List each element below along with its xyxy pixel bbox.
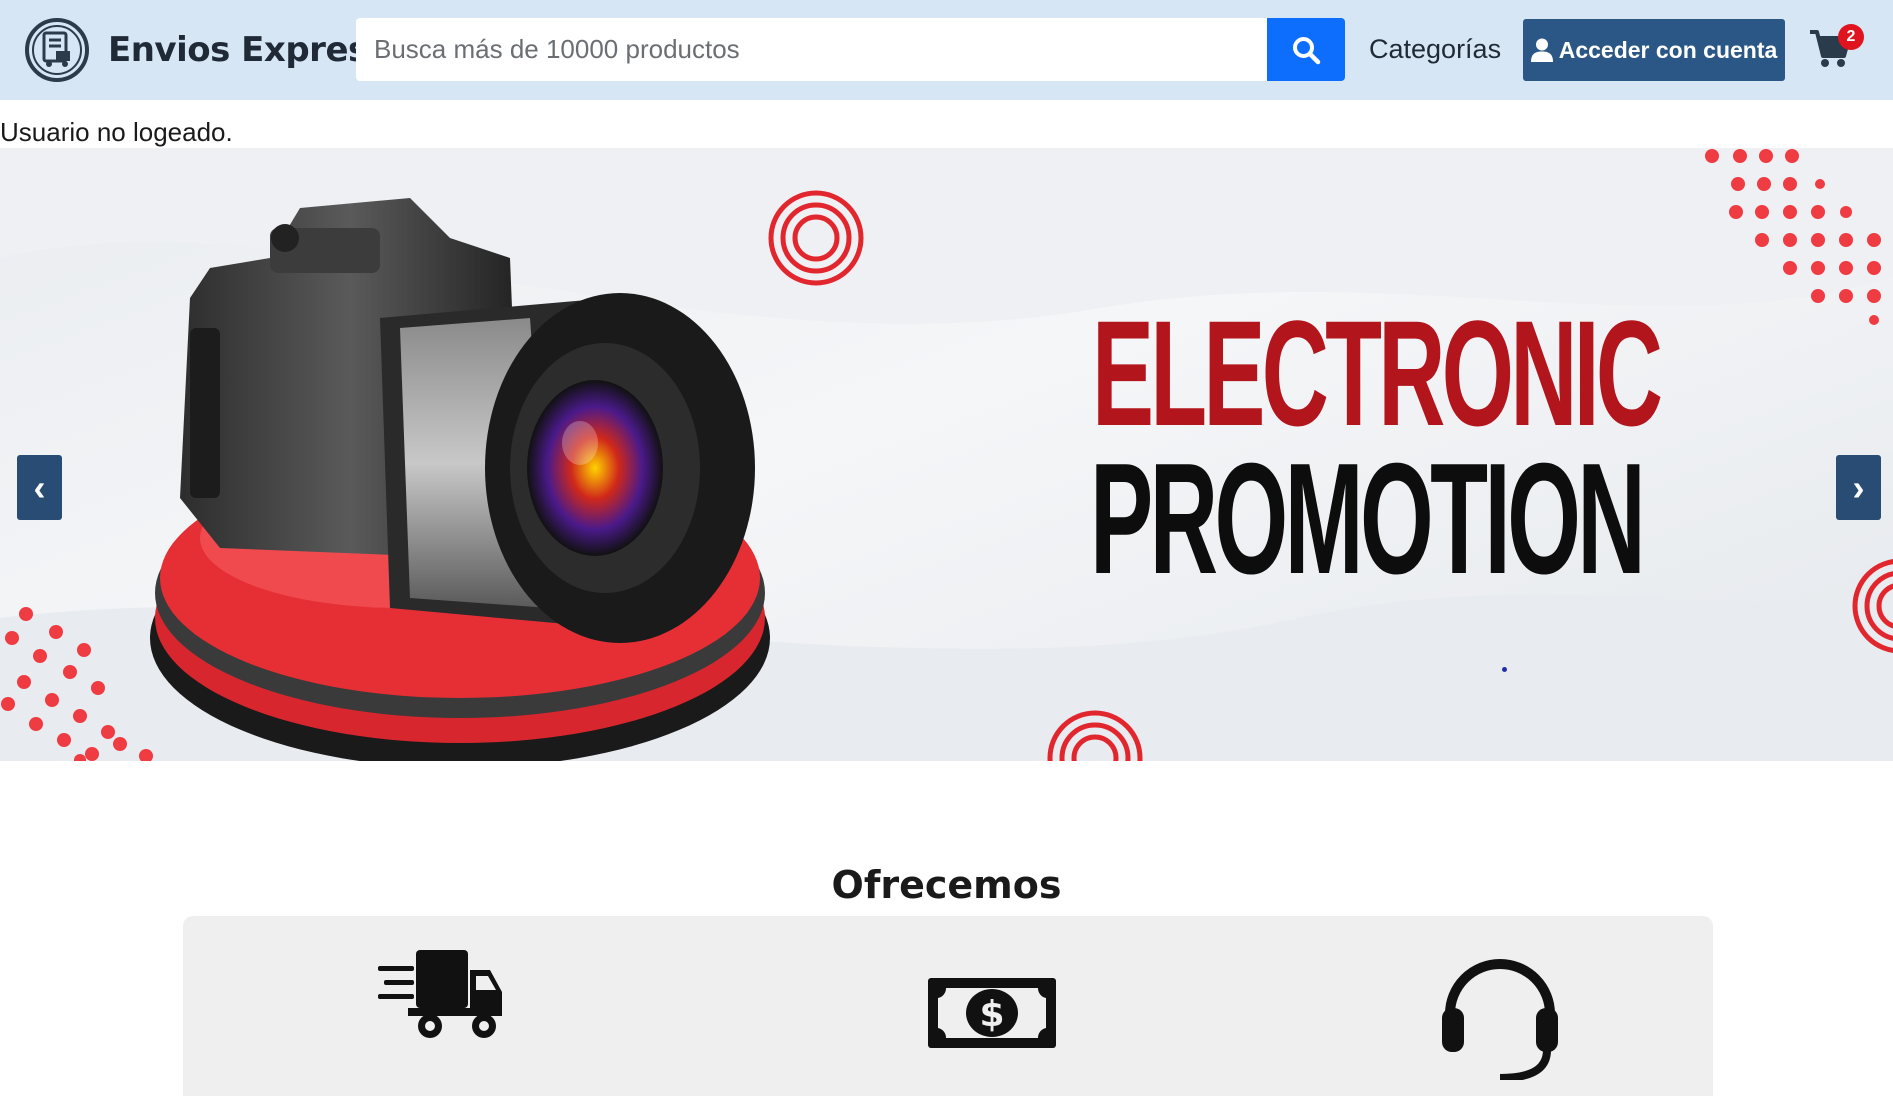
offers-title: Ofrecemos xyxy=(831,862,1062,907)
search-button[interactable] xyxy=(1267,18,1345,81)
offers-panel: $ xyxy=(183,916,1713,1096)
categories-link[interactable]: Categorías xyxy=(1369,32,1501,66)
user-icon xyxy=(1530,38,1553,62)
promo-headline-electronic: ELECTRONIC xyxy=(1092,289,1663,457)
envios-logo-icon[interactable] xyxy=(24,17,90,83)
search-input[interactable] xyxy=(356,18,1267,81)
login-button-label: Acceder con cuenta xyxy=(1558,36,1778,63)
delivery-truck-icon xyxy=(378,950,502,1038)
money-bill-icon: $ xyxy=(928,978,1056,1048)
carousel-indicator[interactable] xyxy=(1502,667,1507,672)
login-button[interactable]: Acceder con cuenta xyxy=(1523,19,1785,81)
top-navbar: Envios Express Categorías Acceder con cu… xyxy=(0,0,1893,100)
svg-text:$: $ xyxy=(979,994,1004,1035)
cart-count-badge: 2 xyxy=(1838,24,1864,50)
headset-support-icon xyxy=(1442,959,1558,1080)
carousel-prev-button[interactable]: ‹ xyxy=(17,455,62,520)
promo-headline-promotion: PROMOTION xyxy=(1090,431,1646,607)
camera-promo-image xyxy=(150,198,770,761)
carousel-next-button[interactable]: › xyxy=(1836,455,1881,520)
search-icon xyxy=(1293,36,1321,64)
login-status-text: Usuario no logeado. xyxy=(0,117,233,147)
search-bar xyxy=(356,18,1345,81)
promo-carousel: ELECTRONIC PROMOTION ‹ › xyxy=(0,148,1893,761)
brand-name[interactable]: Envios Express xyxy=(108,30,388,70)
